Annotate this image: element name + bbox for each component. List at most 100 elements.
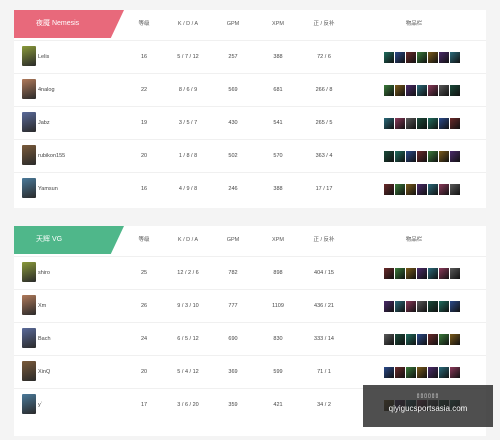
item-icon[interactable]	[428, 85, 438, 96]
item-icon[interactable]	[417, 118, 427, 129]
item-icon[interactable]	[395, 367, 405, 378]
item-icon[interactable]	[406, 268, 416, 279]
item-icon[interactable]	[384, 118, 394, 129]
hero-portrait[interactable]	[22, 145, 36, 165]
item-icon[interactable]	[406, 85, 416, 96]
item-icon[interactable]	[450, 367, 460, 378]
item-icon[interactable]	[384, 268, 394, 279]
player-row[interactable]: Yamsun 16 4 / 9 / 8 246 388 17 / 17	[14, 172, 486, 206]
item-icon[interactable]	[428, 334, 438, 345]
item-icon[interactable]	[406, 301, 416, 312]
player-gpm: 502	[228, 153, 238, 159]
item-icon[interactable]	[417, 301, 427, 312]
item-icon[interactable]	[395, 85, 405, 96]
item-icon[interactable]	[439, 52, 449, 63]
item-icon[interactable]	[450, 52, 460, 63]
item-icon[interactable]	[428, 367, 438, 378]
player-row[interactable]: 4nalog 22 8 / 6 / 9 569 681 266 / 8	[14, 73, 486, 107]
item-icon[interactable]	[439, 367, 449, 378]
item-icon[interactable]	[417, 184, 427, 195]
item-icon[interactable]	[384, 301, 394, 312]
item-icon[interactable]	[450, 118, 460, 129]
player-name[interactable]: rubikon155	[38, 140, 65, 173]
item-icon[interactable]	[417, 151, 427, 162]
item-icon[interactable]	[395, 268, 405, 279]
item-slots	[384, 151, 461, 162]
hero-portrait[interactable]	[22, 328, 36, 348]
player-row[interactable]: Xm 26 9 / 3 / 10 777 1109 436 / 21	[14, 289, 486, 323]
item-icon[interactable]	[439, 151, 449, 162]
hero-portrait[interactable]	[22, 394, 36, 414]
item-icon[interactable]	[417, 367, 427, 378]
player-xpm: 898	[273, 270, 283, 276]
hero-portrait[interactable]	[22, 262, 36, 282]
item-icon[interactable]	[450, 334, 460, 345]
item-icon[interactable]	[395, 118, 405, 129]
player-kda: 3 / 5 / 7	[178, 120, 198, 126]
item-icon[interactable]	[439, 334, 449, 345]
player-name[interactable]: Bach	[38, 323, 51, 356]
player-row[interactable]: XinQ 20 5 / 4 / 12 369 599 71 / 1	[14, 355, 486, 389]
item-icon[interactable]	[384, 334, 394, 345]
player-row[interactable]: Lelis 16 5 / 7 / 12 257 388 72 / 6	[14, 40, 486, 74]
item-icon[interactable]	[417, 268, 427, 279]
player-name[interactable]: XinQ	[38, 356, 50, 389]
hero-portrait[interactable]	[22, 178, 36, 198]
item-icon[interactable]	[395, 184, 405, 195]
player-row[interactable]: shiro 25 12 / 2 / 6 782 898 404 / 15	[14, 256, 486, 290]
item-icon[interactable]	[450, 301, 460, 312]
player-name[interactable]: shiro	[38, 257, 50, 290]
item-icon[interactable]	[384, 367, 394, 378]
item-icon[interactable]	[450, 151, 460, 162]
player-kda: 6 / 5 / 12	[177, 336, 199, 342]
item-icon[interactable]	[439, 184, 449, 195]
player-name[interactable]: 4nalog	[38, 74, 55, 107]
item-icon[interactable]	[406, 334, 416, 345]
team-name-tab[interactable]: 夜魇 Nemesis	[14, 10, 124, 38]
item-icon[interactable]	[439, 85, 449, 96]
item-icon[interactable]	[439, 118, 449, 129]
item-icon[interactable]	[417, 52, 427, 63]
item-icon[interactable]	[395, 334, 405, 345]
player-name[interactable]: Jabz	[38, 107, 50, 140]
player-name[interactable]: y`	[38, 389, 43, 422]
item-icon[interactable]	[384, 151, 394, 162]
player-name[interactable]: Xm	[38, 290, 46, 323]
hero-portrait[interactable]	[22, 361, 36, 381]
player-name[interactable]: Lelis	[38, 41, 49, 74]
item-icon[interactable]	[428, 268, 438, 279]
item-icon[interactable]	[395, 151, 405, 162]
item-icon[interactable]	[428, 301, 438, 312]
item-icon[interactable]	[406, 184, 416, 195]
hero-portrait[interactable]	[22, 295, 36, 315]
item-icon[interactable]	[395, 301, 405, 312]
player-row[interactable]: Bach 24 6 / 5 / 12 690 830 333 / 14	[14, 322, 486, 356]
item-icon[interactable]	[384, 52, 394, 63]
item-icon[interactable]	[406, 118, 416, 129]
item-icon[interactable]	[417, 85, 427, 96]
team-name-tab[interactable]: 天辉 VG	[14, 226, 124, 254]
item-icon[interactable]	[428, 52, 438, 63]
hero-portrait[interactable]	[22, 79, 36, 99]
hero-portrait[interactable]	[22, 46, 36, 66]
item-slots	[384, 118, 461, 129]
item-icon[interactable]	[439, 268, 449, 279]
hero-portrait[interactable]	[22, 112, 36, 132]
item-icon[interactable]	[417, 334, 427, 345]
item-icon[interactable]	[428, 118, 438, 129]
item-icon[interactable]	[450, 85, 460, 96]
item-icon[interactable]	[406, 151, 416, 162]
item-icon[interactable]	[395, 52, 405, 63]
player-name[interactable]: Yamsun	[38, 173, 58, 206]
item-icon[interactable]	[406, 52, 416, 63]
item-icon[interactable]	[406, 367, 416, 378]
item-icon[interactable]	[428, 184, 438, 195]
player-row[interactable]: Jabz 19 3 / 5 / 7 430 541 265 / 5	[14, 106, 486, 140]
player-row[interactable]: rubikon155 20 1 / 8 / 8 502 570 363 / 4	[14, 139, 486, 173]
item-icon[interactable]	[384, 184, 394, 195]
item-icon[interactable]	[428, 151, 438, 162]
item-icon[interactable]	[450, 184, 460, 195]
item-icon[interactable]	[384, 85, 394, 96]
item-icon[interactable]	[450, 268, 460, 279]
item-icon[interactable]	[439, 301, 449, 312]
